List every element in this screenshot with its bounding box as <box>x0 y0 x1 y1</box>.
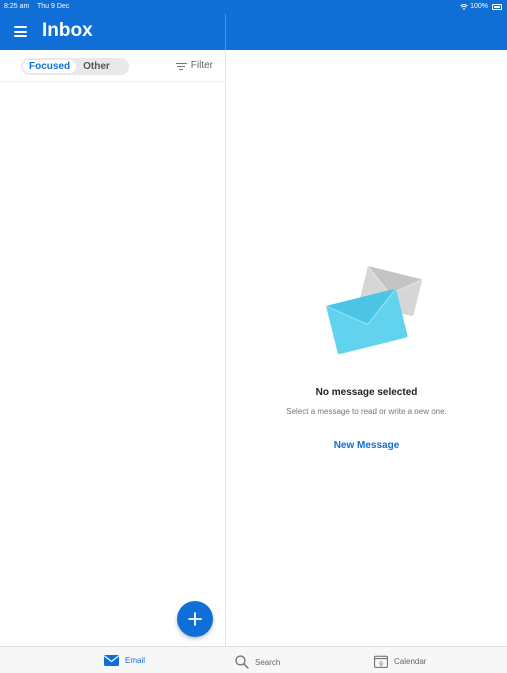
status-indicators: 100% <box>460 3 502 10</box>
tab-calendar[interactable]: 9 Calendar <box>374 655 426 668</box>
battery-percent: 100% <box>470 3 488 10</box>
status-time-date: 8:25 am Thu 9 Dec <box>4 3 69 10</box>
calendar-icon: 9 <box>374 655 388 668</box>
new-message-link[interactable]: New Message <box>226 440 507 451</box>
tab-email[interactable]: Email <box>104 655 145 666</box>
search-icon <box>235 655 249 669</box>
app-header: Inbox <box>0 14 507 50</box>
battery-icon <box>492 3 502 10</box>
header-divider <box>225 14 226 50</box>
filter-button[interactable]: Filter <box>175 60 213 71</box>
bottom-tab-bar: Email Search 9 Calendar <box>0 646 507 673</box>
filter-label: Filter <box>190 60 213 71</box>
page-title: Inbox <box>42 20 93 41</box>
empty-state-subtitle: Select a message to read or write a new … <box>286 407 447 416</box>
front-envelope-icon <box>325 288 408 355</box>
calendar-day: 9 <box>379 661 383 668</box>
status-bar: 8:25 am Thu 9 Dec 100% <box>0 0 507 14</box>
filter-icon <box>175 62 187 70</box>
tab-focused[interactable]: Focused <box>23 60 77 73</box>
reading-pane: No message selected Select a message to … <box>226 50 507 646</box>
compose-button[interactable] <box>177 601 213 637</box>
envelopes-illustration <box>325 265 423 355</box>
hamburger-menu-icon[interactable] <box>14 26 27 37</box>
tab-other[interactable]: Other <box>76 60 117 73</box>
envelope-icon <box>104 655 119 666</box>
tab-search[interactable]: Search <box>235 655 280 669</box>
wifi-icon <box>460 3 468 10</box>
status-time: 8:25 am <box>4 3 30 10</box>
empty-state-title: No message selected <box>315 387 418 398</box>
tab-email-label: Email <box>125 656 146 665</box>
list-divider <box>0 81 225 82</box>
message-list-pane: Focused Other Filter <box>0 50 226 646</box>
tab-calendar-label: Calendar <box>394 657 427 666</box>
plus-icon <box>188 612 202 626</box>
status-date: Thu 9 Dec <box>36 3 70 10</box>
inbox-tab-switch: Focused Other <box>21 58 129 75</box>
tab-search-label: Search <box>255 657 281 667</box>
